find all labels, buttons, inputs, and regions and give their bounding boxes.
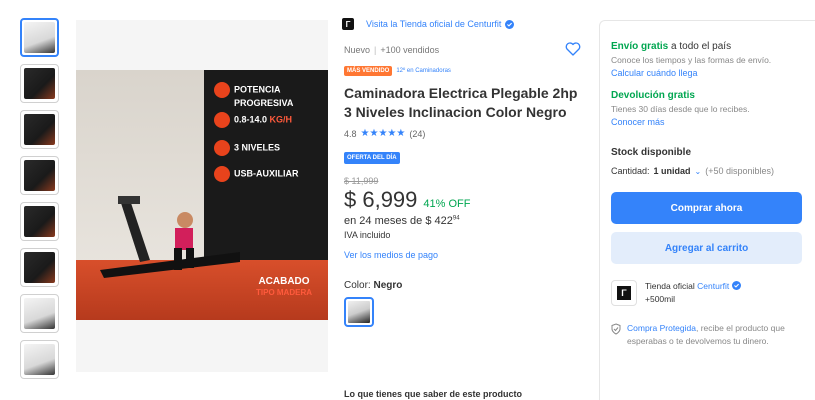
shield-icon (611, 323, 621, 335)
seller-logo-icon[interactable]: Γ (611, 280, 637, 306)
buy-box: Envío gratis a todo el país Conoce los t… (599, 20, 815, 400)
color-label: Color: Negro (344, 280, 403, 291)
quantity-selector[interactable]: Cantidad: 1 unidad ⌄ (+50 disponibles) (611, 166, 804, 176)
thumbnail[interactable] (20, 248, 59, 287)
return-subtext: Tienes 30 días desde que lo recibes. (611, 104, 750, 114)
product-info: Γ Visita la Tienda oficial de Centurfit … (342, 18, 584, 327)
stock-label: Stock disponible (611, 147, 692, 158)
add-to-cart-button[interactable]: Agregar al carrito (611, 232, 802, 264)
finish-label: ACABADO TIPO MADERA (256, 276, 312, 297)
chevron-down-icon: ⌄ (694, 166, 702, 176)
seller-info: Γ Tienda oficial Centurfit +500mil (611, 280, 804, 306)
thumbnail[interactable] (20, 110, 59, 149)
color-swatch-negro[interactable] (344, 297, 374, 327)
protected-purchase-link[interactable]: Compra Protegida (627, 323, 696, 333)
official-store-link[interactable]: Γ Visita la Tienda oficial de Centurfit (342, 18, 584, 30)
rating[interactable]: 4.8 ★★★★★ (24) (344, 128, 584, 139)
feature-power: POTENCIA PROGRESIVA (214, 82, 326, 109)
shipping-info: Envío gratis a todo el país (611, 41, 732, 52)
current-price: $ 6,999 (344, 187, 418, 212)
original-price: $ 11,999 (344, 176, 379, 186)
payment-methods-link[interactable]: Ver los medios de pago (344, 250, 584, 260)
calculate-delivery-link[interactable]: Calcular cuándo llega (611, 68, 804, 78)
product-title: Caminadora Electrica Plegable 2hp 3 Nive… (344, 85, 578, 120)
product-meta: Nuevo | +100 vendidos (344, 45, 440, 55)
thumbnail[interactable] (20, 202, 59, 241)
buy-now-button[interactable]: Comprar ahora (611, 192, 802, 224)
thumbnail-list (20, 18, 60, 386)
thumbnail[interactable] (20, 294, 59, 333)
feature-levels: 3 NIVELES (214, 140, 326, 156)
purchase-protection: Compra Protegida, recibe el producto que… (611, 322, 804, 348)
treadmill-illustration (100, 196, 240, 278)
category-rank-link[interactable]: 12º en Caminadoras (396, 68, 451, 74)
seller-sales: +500mil (645, 294, 676, 304)
tax-note: IVA incluido (344, 230, 391, 240)
discount-label: 41% OFF (423, 198, 471, 210)
return-info: Devolución gratis (611, 90, 695, 101)
store-logo-icon: Γ (342, 18, 354, 30)
favorite-heart-icon[interactable] (564, 40, 582, 58)
stars-icon: ★★★★★ (360, 128, 406, 139)
installments: en 24 meses de $ 42294 (344, 215, 460, 227)
seller-name-link[interactable]: Centurfit (697, 281, 729, 291)
main-product-image[interactable]: POTENCIA PROGRESIVA 0.8-14.0 KG/H 3 NIVE… (76, 20, 328, 372)
thumbnail[interactable] (20, 156, 59, 195)
thumbnail[interactable] (20, 18, 59, 57)
deal-of-day-badge: OFERTA DEL DÍA (344, 152, 400, 164)
best-seller-badge: MÁS VENDIDO (344, 66, 393, 76)
thumbnail[interactable] (20, 64, 59, 103)
learn-more-link[interactable]: Conocer más (611, 117, 804, 127)
shipping-subtext: Conoce los tiempos y las formas de envío… (611, 55, 772, 65)
thumbnail[interactable] (20, 340, 59, 379)
verified-icon (505, 19, 515, 29)
feature-usb: USB-AUXILIAR (214, 166, 326, 182)
feature-speed: 0.8-14.0 KG/H (214, 112, 326, 128)
product-highlights-title: Lo que tienes que saber de este producto (344, 389, 523, 399)
hero-image: POTENCIA PROGRESIVA 0.8-14.0 KG/H 3 NIVE… (76, 70, 328, 320)
verified-icon (731, 281, 741, 290)
